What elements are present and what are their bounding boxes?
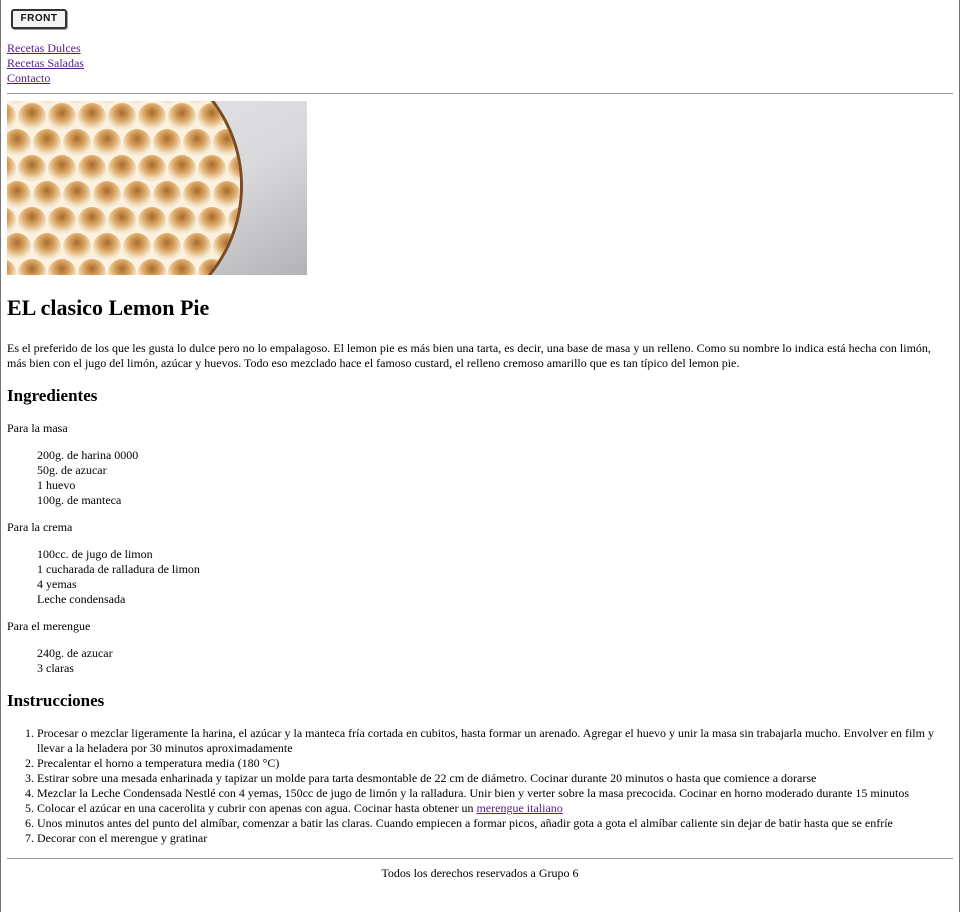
ingredient-item: 1 huevo bbox=[37, 478, 76, 492]
merengue-italiano-link[interactable]: merengue italiano bbox=[476, 801, 562, 815]
ingredient-item: 240g. de azucar bbox=[37, 646, 113, 660]
instruction-step: Estirar sobre una mesada enharinada y ta… bbox=[37, 771, 953, 786]
meringue-dollop bbox=[18, 103, 46, 131]
instructions-heading: Instrucciones bbox=[7, 691, 105, 710]
meringue-dollop bbox=[78, 155, 106, 183]
lemon-pie-image bbox=[7, 101, 307, 275]
nav-link-recetas-dulces[interactable]: Recetas Dulces bbox=[7, 41, 953, 56]
site-header: FRONT Recetas Dulces Recetas Saladas Con… bbox=[7, 0, 953, 86]
meringue-dollop bbox=[138, 207, 166, 235]
site-footer: Todos los derechos reservados a Grupo 6 bbox=[7, 866, 953, 881]
nav-link-contacto[interactable]: Contacto bbox=[7, 71, 953, 86]
instruction-step: Decorar con el merengue y gratinar bbox=[37, 831, 953, 846]
meringue-dollop bbox=[33, 129, 61, 157]
front-logo[interactable]: FRONT bbox=[11, 9, 67, 29]
ingredient-item: 100g. de manteca bbox=[37, 493, 122, 507]
meringue-dollop bbox=[213, 181, 240, 209]
ingredient-item: 200g. de harina 0000 bbox=[37, 448, 139, 462]
header-divider bbox=[7, 93, 953, 94]
copyright-text: Todos los derechos reservados a Grupo 6 bbox=[381, 866, 579, 880]
meringue-dollop bbox=[168, 155, 196, 183]
meringue-dollop bbox=[63, 181, 91, 209]
meringue-dollop bbox=[78, 103, 106, 131]
meringue-dollop bbox=[153, 129, 181, 157]
meringue-dollop bbox=[108, 207, 136, 235]
meringue-dollop bbox=[18, 155, 46, 183]
meringue-dollop bbox=[123, 181, 151, 209]
meringue-dollop bbox=[183, 181, 211, 209]
recipe-title: EL clasico Lemon Pie bbox=[7, 295, 210, 320]
meringue-dollop bbox=[168, 103, 196, 131]
meringue-dollop bbox=[48, 103, 76, 131]
ingredient-item: 100cc. de jugo de limon bbox=[37, 547, 153, 561]
instruction-step: Mezclar la Leche Condensada Nestlé con 4… bbox=[37, 786, 953, 801]
meringue-dollop bbox=[48, 207, 76, 235]
meringue-dollop bbox=[48, 155, 76, 183]
meringue-dollop bbox=[108, 103, 136, 131]
instruction-step: Precalentar el horno a temperatura media… bbox=[37, 756, 953, 771]
nav-link-recetas-saladas[interactable]: Recetas Saladas bbox=[7, 56, 953, 71]
ingredient-group-title: Para la masa bbox=[7, 421, 68, 435]
meringue-dollop bbox=[63, 129, 91, 157]
ingredient-list: 100cc. de jugo de limon 1 cucharada de r… bbox=[7, 547, 953, 607]
meringue-dollop bbox=[108, 155, 136, 183]
footer-divider bbox=[7, 858, 953, 859]
ingredient-item: Leche condensada bbox=[37, 592, 126, 606]
meringue-dollop bbox=[93, 181, 121, 209]
meringue-dollop bbox=[153, 181, 181, 209]
instruction-step: Colocar el azúcar en una cacerolita y cu… bbox=[37, 801, 953, 816]
ingredient-group-title: Para la crema bbox=[7, 520, 73, 534]
ingredient-item: 1 cucharada de ralladura de limon bbox=[37, 562, 200, 576]
meringue-dollop bbox=[33, 181, 61, 209]
instruction-step: Unos minutos antes del punto del almíbar… bbox=[37, 816, 953, 831]
meringue-dollop bbox=[168, 207, 196, 235]
meringue-dollop bbox=[153, 233, 181, 261]
recipe-content: EL clasico Lemon Pie Es el preferido de … bbox=[7, 101, 953, 846]
meringue-dollop bbox=[198, 155, 226, 183]
instruction-step-text: Colocar el azúcar en una cacerolita y cu… bbox=[37, 801, 477, 815]
meringue-dollop bbox=[123, 233, 151, 261]
meringue-dollop bbox=[198, 207, 226, 235]
meringue-dollop bbox=[138, 155, 166, 183]
recipe-intro: Es el preferido de los que les gusta lo … bbox=[7, 341, 931, 370]
meringue-dollop bbox=[18, 207, 46, 235]
meringue-dollop bbox=[183, 129, 211, 157]
meringue-dollop bbox=[138, 103, 166, 131]
ingredients-heading: Ingredientes bbox=[7, 386, 98, 405]
instructions-list: Procesar o mezclar ligeramente la harina… bbox=[7, 726, 953, 846]
ingredient-item: 50g. de azucar bbox=[37, 463, 107, 477]
ingredient-list: 200g. de harina 0000 50g. de azucar 1 hu… bbox=[7, 448, 953, 508]
ingredient-list: 240g. de azucar 3 claras bbox=[7, 646, 953, 676]
ingredient-item: 4 yemas bbox=[37, 577, 77, 591]
ingredient-group-title: Para el merengue bbox=[7, 619, 91, 633]
instruction-step: Procesar o mezclar ligeramente la harina… bbox=[37, 726, 953, 756]
meringue-dollop bbox=[93, 233, 121, 261]
meringue-dollop bbox=[93, 129, 121, 157]
ingredient-item: 3 claras bbox=[37, 661, 74, 675]
main-nav: Recetas Dulces Recetas Saladas Contacto bbox=[7, 41, 953, 86]
meringue-dollop bbox=[183, 233, 211, 261]
meringue-dollop bbox=[123, 129, 151, 157]
meringue-dollop bbox=[33, 233, 61, 261]
meringue-dollop bbox=[63, 233, 91, 261]
meringue-dollop bbox=[78, 207, 106, 235]
